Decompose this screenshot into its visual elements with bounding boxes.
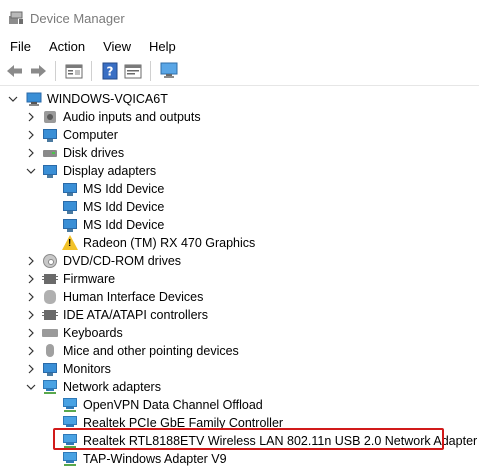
tree-item-label: Audio inputs and outputs xyxy=(63,110,201,124)
properties-icon[interactable] xyxy=(63,60,85,82)
window-title: Device Manager xyxy=(30,10,125,26)
chevron-right-icon[interactable] xyxy=(26,292,36,302)
tree-item-computer[interactable]: Computer xyxy=(26,126,118,144)
tree-item-label: MS Idd Device xyxy=(83,182,165,196)
monitor-icon xyxy=(62,181,78,197)
chevron-down-icon[interactable] xyxy=(26,166,36,176)
chevron-right-icon[interactable] xyxy=(26,328,36,338)
tree-device-ms-idd-3[interactable]: MS Idd Device xyxy=(62,216,164,234)
tree-item-label: MS Idd Device xyxy=(83,218,165,232)
help-icon[interactable]: ? xyxy=(99,60,121,82)
menu-action[interactable]: Action xyxy=(39,39,93,54)
tree-item-label: Radeon (TM) RX 470 Graphics xyxy=(83,236,256,250)
tree-device-ms-idd-1[interactable]: MS Idd Device xyxy=(62,180,164,198)
mouse-icon xyxy=(42,343,58,359)
tree-item-firmware[interactable]: Firmware xyxy=(26,270,115,288)
menu-bar: File Action View Help xyxy=(0,36,479,56)
chip-icon xyxy=(42,271,58,287)
chevron-right-icon[interactable] xyxy=(26,346,36,356)
network-icon xyxy=(62,451,78,467)
menu-view[interactable]: View xyxy=(93,39,139,54)
tree-device-ms-idd-2[interactable]: MS Idd Device xyxy=(62,198,164,216)
toolbar-separator xyxy=(150,61,151,81)
chevron-right-icon[interactable] xyxy=(26,130,36,140)
cd-icon xyxy=(42,253,58,269)
monitor-icon xyxy=(62,199,78,215)
network-icon xyxy=(62,397,78,413)
tree-item-label: IDE ATA/ATAPI controllers xyxy=(63,308,208,322)
toolbar-separator xyxy=(55,61,56,81)
monitor-icon xyxy=(62,217,78,233)
tree-item-label: OpenVPN Data Channel Offload xyxy=(83,398,263,412)
toolbar: ? xyxy=(0,57,479,86)
device-manager-icon xyxy=(8,10,24,26)
chevron-right-icon[interactable] xyxy=(26,112,36,122)
tree-item-dvd[interactable]: DVD/CD-ROM drives xyxy=(26,252,181,270)
tree-item-label: Mice and other pointing devices xyxy=(63,344,239,358)
menu-help[interactable]: Help xyxy=(139,39,184,54)
tree-item-audio[interactable]: Audio inputs and outputs xyxy=(26,108,201,126)
tree-item-label: MS Idd Device xyxy=(83,200,165,214)
computer-icon xyxy=(26,91,42,107)
tree-item-label: Disk drives xyxy=(63,146,125,160)
menu-file[interactable]: File xyxy=(0,39,39,54)
tree-item-hid[interactable]: Human Interface Devices xyxy=(26,288,203,306)
device-tree: WINDOWS-VQICA6T Audio inputs and outputs… xyxy=(0,88,479,472)
tree-item-keyboards[interactable]: Keyboards xyxy=(26,324,123,342)
tree-device-tap-windows[interactable]: TAP-Windows Adapter V9 xyxy=(62,450,227,468)
tree-item-label: Human Interface Devices xyxy=(63,290,204,304)
highlight-box xyxy=(53,428,444,450)
disk-icon xyxy=(42,145,58,161)
tree-item-label: Computer xyxy=(63,128,118,142)
chip-icon xyxy=(42,307,58,323)
scan-monitor-icon[interactable] xyxy=(158,60,180,82)
tree-item-ide[interactable]: IDE ATA/ATAPI controllers xyxy=(26,306,208,324)
tree-item-disk-drives[interactable]: Disk drives xyxy=(26,144,124,162)
tree-root[interactable]: WINDOWS-VQICA6T xyxy=(8,90,168,108)
tree-item-label: Display adapters xyxy=(63,164,157,178)
computer-name: WINDOWS-VQICA6T xyxy=(47,92,168,106)
svg-text:?: ? xyxy=(107,65,114,79)
warning-icon xyxy=(62,235,78,251)
chevron-right-icon[interactable] xyxy=(26,256,36,266)
chevron-right-icon[interactable] xyxy=(26,274,36,284)
chevron-right-icon[interactable] xyxy=(26,148,36,158)
monitor-icon xyxy=(42,163,58,179)
tree-item-label: Monitors xyxy=(63,362,111,376)
tree-item-mice[interactable]: Mice and other pointing devices xyxy=(26,342,239,360)
network-icon xyxy=(42,379,58,395)
tree-device-radeon[interactable]: Radeon (TM) RX 470 Graphics xyxy=(62,234,255,252)
tree-item-label: DVD/CD-ROM drives xyxy=(63,254,182,268)
chevron-right-icon[interactable] xyxy=(26,364,36,374)
tree-item-label: Firmware xyxy=(63,272,116,286)
update-driver-icon[interactable] xyxy=(122,60,144,82)
speaker-icon xyxy=(42,109,58,125)
monitor-icon xyxy=(42,127,58,143)
back-arrow-icon[interactable] xyxy=(4,60,26,82)
toolbar-separator xyxy=(91,61,92,81)
forward-arrow-icon[interactable] xyxy=(27,60,49,82)
hid-icon xyxy=(42,289,58,305)
tree-item-monitors[interactable]: Monitors xyxy=(26,360,111,378)
chevron-right-icon[interactable] xyxy=(26,310,36,320)
tree-item-label: Network adapters xyxy=(63,380,161,394)
tree-item-label: Keyboards xyxy=(63,326,123,340)
keyboard-icon xyxy=(42,325,58,341)
chevron-down-icon[interactable] xyxy=(8,94,18,104)
chevron-down-icon[interactable] xyxy=(26,382,36,392)
title-bar: Device Manager xyxy=(0,0,479,36)
tree-device-openvpn[interactable]: OpenVPN Data Channel Offload xyxy=(62,396,263,414)
tree-item-network-adapters[interactable]: Network adapters xyxy=(26,378,161,396)
tree-item-label: TAP-Windows Adapter V9 xyxy=(83,452,227,466)
monitor-icon xyxy=(42,361,58,377)
tree-item-display-adapters[interactable]: Display adapters xyxy=(26,162,156,180)
